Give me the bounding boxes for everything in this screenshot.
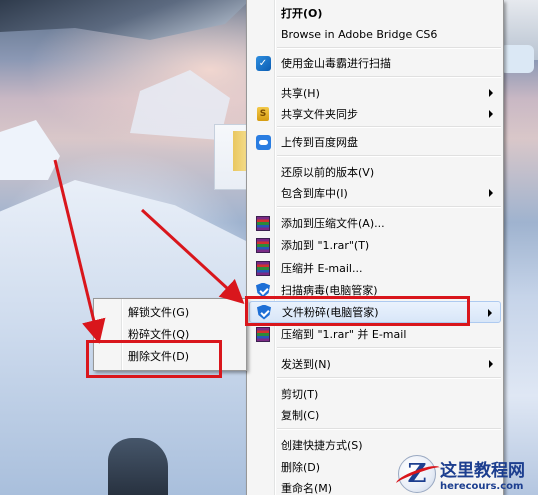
menu-item-cut[interactable]: 剪切(T) <box>249 383 501 405</box>
menu-item-open[interactable]: 打开(O) <box>249 2 501 24</box>
submenu-arrow-icon <box>489 360 493 368</box>
submenu-arrow-icon <box>488 309 492 317</box>
menu-item-label: 重命名(M) <box>281 482 333 495</box>
menu-item-label: 打开(O) <box>281 7 323 20</box>
wallpaper-rock <box>108 438 168 495</box>
menu-item-label: 上传到百度网盘 <box>281 136 358 149</box>
menu-item-label: Browse in Adobe Bridge CS6 <box>281 27 438 41</box>
menu-item-label: 创建快捷方式(S) <box>281 439 363 452</box>
menu-item-copy[interactable]: 复制(C) <box>249 404 501 426</box>
watermark-url: herecours.com <box>440 480 524 492</box>
submenu-arrow-icon <box>489 189 493 197</box>
kingsoft-scan-icon: ✓ <box>255 55 271 71</box>
menu-item-share[interactable]: 共享(H) <box>249 82 501 104</box>
menu-item-adobe-bridge[interactable]: Browse in Adobe Bridge CS6 <box>249 23 501 45</box>
submenu-item-unlock-file[interactable]: 解锁文件(G) <box>96 301 244 323</box>
menu-item-label: 压缩并 E-mail... <box>281 262 363 275</box>
menu-separator <box>277 47 501 49</box>
watermark-title: 这里教程网 <box>440 460 525 481</box>
winrar-icon <box>255 260 271 276</box>
menu-item-label: 压缩到 "1.rar" 并 E-mail <box>281 328 407 341</box>
winrar-icon <box>255 237 271 253</box>
folder-sync-icon: S <box>255 106 271 122</box>
menu-separator <box>277 347 501 349</box>
menu-item-add-rar[interactable]: 添加到 "1.rar"(T) <box>249 234 501 256</box>
wallpaper-mountain <box>0 0 250 40</box>
menu-item-kingsoft-scan[interactable]: ✓ 使用金山毒霸进行扫描 <box>249 52 501 74</box>
wallpaper-iceberg <box>0 120 60 180</box>
winrar-icon <box>255 326 271 342</box>
folder-icon[interactable] <box>214 124 248 190</box>
baidu-cloud-icon <box>255 134 271 150</box>
menu-separator <box>277 76 501 78</box>
menu-item-include-library[interactable]: 包含到库中(I) <box>249 182 501 204</box>
highlight-box-delete-file <box>86 340 222 378</box>
menu-separator <box>277 377 501 379</box>
watermark-logo-letter: Z <box>407 458 427 489</box>
menu-item-label: 共享文件夹同步 <box>281 108 358 121</box>
menu-item-compress-email[interactable]: 压缩并 E-mail... <box>249 257 501 279</box>
site-watermark: Z 这里教程网 herecours.com <box>398 452 538 495</box>
highlight-box-file-shred <box>245 296 470 326</box>
menu-item-folder-sync[interactable]: S 共享文件夹同步 <box>249 103 501 125</box>
menu-separator <box>277 428 501 430</box>
menu-separator <box>277 206 501 208</box>
menu-item-label: 还原以前的版本(V) <box>281 166 375 179</box>
submenu-arrow-icon <box>489 89 493 97</box>
menu-item-label: 剪切(T) <box>281 388 319 401</box>
menu-item-send-to[interactable]: 发送到(N) <box>249 353 501 375</box>
winrar-icon <box>255 215 271 231</box>
menu-item-label: 包含到库中(I) <box>281 187 348 200</box>
menu-item-label: 添加到 "1.rar"(T) <box>281 239 370 252</box>
menu-item-label: 删除(D) <box>281 461 321 474</box>
menu-item-label: 添加到压缩文件(A)... <box>281 217 385 230</box>
menu-item-label: 解锁文件(G) <box>128 306 190 319</box>
menu-separator <box>277 126 501 128</box>
menu-separator <box>277 155 501 157</box>
menu-item-baidu-upload[interactable]: 上传到百度网盘 <box>249 131 501 153</box>
context-menu: 打开(O) Browse in Adobe Bridge CS6 ✓ 使用金山毒… <box>246 0 504 495</box>
submenu-arrow-icon <box>489 110 493 118</box>
menu-item-label: 复制(C) <box>281 409 320 422</box>
menu-item-label: 发送到(N) <box>281 358 331 371</box>
menu-item-label: 使用金山毒霸进行扫描 <box>281 57 391 70</box>
menu-item-restore-versions[interactable]: 还原以前的版本(V) <box>249 161 501 183</box>
watermark-logo: Z <box>398 454 436 493</box>
menu-item-add-archive[interactable]: 添加到压缩文件(A)... <box>249 212 501 234</box>
wallpaper-iceberg <box>500 45 534 73</box>
menu-item-compress-rar-email[interactable]: 压缩到 "1.rar" 并 E-mail <box>249 323 501 345</box>
menu-item-label: 共享(H) <box>281 87 320 100</box>
